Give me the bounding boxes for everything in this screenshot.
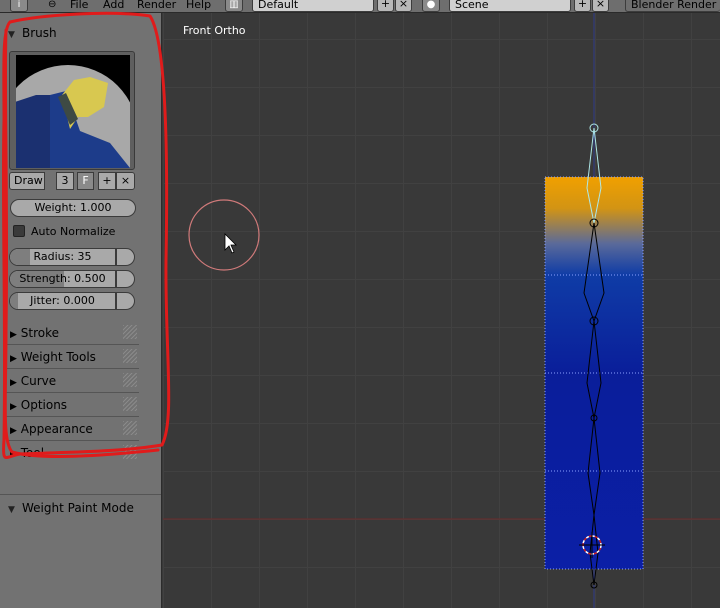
3d-viewport[interactable]: Front Ortho <box>163 13 720 608</box>
panel-curve[interactable]: ▶ Curve <box>6 369 139 393</box>
collapse-menus-icon[interactable]: ⊖ <box>48 0 56 12</box>
strength-label: Strength: 0.500 <box>19 272 106 285</box>
radius-pressure-toggle[interactable] <box>116 248 135 266</box>
auto-normalize-checkbox[interactable] <box>13 225 25 237</box>
jitter-slider[interactable]: Jitter: 0.000 <box>9 292 116 310</box>
brush-panel-title: Brush <box>22 26 57 40</box>
brush-panel-header[interactable]: ▼ Brush <box>8 22 57 44</box>
info-header: i ⊖ File Add Render Help ▥ Default + × ●… <box>0 0 720 13</box>
render-engine-dropdown[interactable]: Blender Render <box>625 0 720 12</box>
auto-normalize-label: Auto Normalize <box>31 225 116 238</box>
new-brush-button[interactable]: + <box>98 172 116 190</box>
fake-user-button[interactable]: F <box>77 172 94 190</box>
panel-stroke-label: Stroke <box>20 326 59 340</box>
panel-stroke[interactable]: ▶ Stroke <box>6 321 139 345</box>
menu-render[interactable]: Render <box>137 0 176 12</box>
brush-preview[interactable] <box>9 51 135 170</box>
collapsed-arrow-icon: ▶ <box>10 378 17 388</box>
drag-grip-icon[interactable] <box>123 397 137 411</box>
menu-help[interactable]: Help <box>186 0 211 12</box>
scene-icon[interactable]: ● <box>422 0 440 12</box>
viewport-scene <box>163 13 720 608</box>
drag-grip-icon[interactable] <box>123 325 137 339</box>
panel-tool[interactable]: ▶ Tool <box>6 441 139 465</box>
brush-radius-circle <box>188 199 260 271</box>
panel-tool-label: Tool <box>20 446 45 460</box>
panel-weight-tools[interactable]: ▶ Weight Tools <box>6 345 139 369</box>
delete-screen-button[interactable]: × <box>395 0 412 12</box>
screen-layout-icon[interactable]: ▥ <box>225 0 243 12</box>
collapsed-arrow-icon: ▶ <box>10 402 17 412</box>
screen-layout-field[interactable]: Default <box>252 0 374 12</box>
panel-divider <box>0 494 161 495</box>
panel-curve-label: Curve <box>20 374 57 388</box>
add-scene-button[interactable]: + <box>574 0 591 12</box>
strength-slider[interactable]: Strength: 0.500 <box>9 270 116 288</box>
mouse-cursor-icon <box>224 233 237 254</box>
radius-slider[interactable]: Radius: 35 <box>9 248 116 266</box>
collapsed-arrow-icon: ▶ <box>10 426 17 436</box>
menu-add[interactable]: Add <box>103 0 124 12</box>
brush-name-field[interactable]: Draw <box>9 172 45 190</box>
expand-arrow-icon: ▼ <box>8 30 15 40</box>
panel-options-label: Options <box>20 398 68 412</box>
strength-pressure-toggle[interactable] <box>116 270 135 288</box>
scene-field[interactable]: Scene <box>449 0 571 12</box>
panel-options[interactable]: ▶ Options <box>6 393 139 417</box>
unlink-brush-button[interactable]: × <box>116 172 135 190</box>
tool-shelf: ▼ Brush Draw 3 F + × Weight: 1.000 Auto N… <box>0 13 162 608</box>
weight-slider[interactable]: Weight: 1.000 <box>10 199 136 217</box>
panel-appearance[interactable]: ▶ Appearance <box>6 417 139 441</box>
jitter-label: Jitter: 0.000 <box>30 294 95 307</box>
radius-label: Radius: 35 <box>33 250 92 263</box>
brush-texture-icon <box>16 55 130 168</box>
collapsed-arrow-icon: ▶ <box>10 450 17 460</box>
brush-users-count[interactable]: 3 <box>56 172 74 190</box>
collapsed-arrow-icon: ▶ <box>10 330 17 340</box>
mode-panel-header[interactable]: ▼ Weight Paint Mode <box>8 497 134 519</box>
menu-file[interactable]: File <box>70 0 88 12</box>
expand-arrow-icon: ▼ <box>8 505 15 515</box>
drag-grip-icon[interactable] <box>123 373 137 387</box>
drag-grip-icon[interactable] <box>123 349 137 363</box>
collapsed-arrow-icon: ▶ <box>10 354 17 364</box>
drag-grip-icon[interactable] <box>123 445 137 459</box>
add-screen-button[interactable]: + <box>377 0 394 12</box>
jitter-pressure-toggle[interactable] <box>116 292 135 310</box>
info-editor-type-icon[interactable]: i <box>10 0 28 12</box>
delete-scene-button[interactable]: × <box>592 0 609 12</box>
mode-panel-title: Weight Paint Mode <box>22 501 134 515</box>
drag-grip-icon[interactable] <box>123 421 137 435</box>
panel-weight-tools-label: Weight Tools <box>20 350 96 364</box>
panel-appearance-label: Appearance <box>20 422 93 436</box>
